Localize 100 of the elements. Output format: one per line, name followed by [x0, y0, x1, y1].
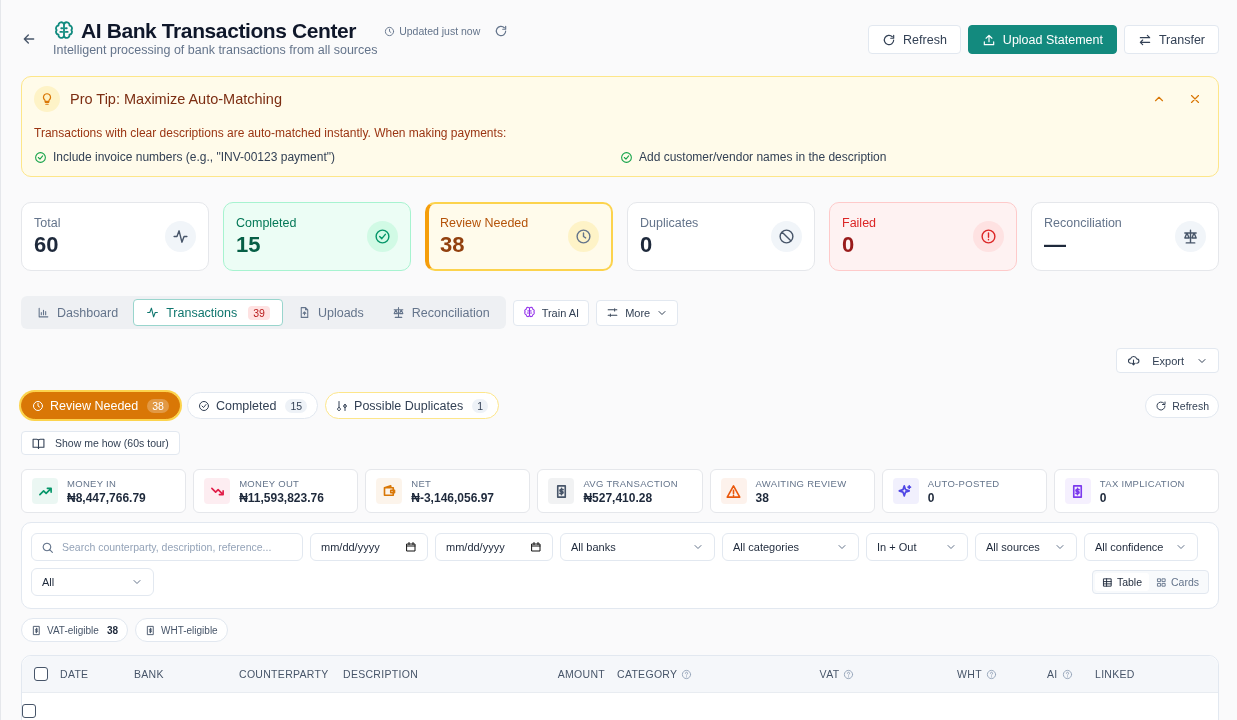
refresh-icon	[1155, 399, 1168, 412]
refresh-button[interactable]: Refresh	[868, 25, 961, 54]
chip-label: Completed	[215, 398, 277, 413]
tab-label: Dashboard	[57, 305, 119, 320]
reload-button[interactable]	[494, 24, 509, 38]
stat-label: Review Needed	[440, 215, 529, 230]
date-field[interactable]: mm/dd/yyyy	[310, 533, 428, 561]
metric-label: AUTO-POSTED	[927, 477, 1000, 489]
back-arrow-icon	[21, 31, 37, 47]
stat-card[interactable]: Failed 0	[829, 202, 1017, 271]
tab[interactable]: Transactions 39	[133, 299, 283, 326]
transfer-icon	[1137, 32, 1152, 47]
view-option[interactable]: Table	[1094, 573, 1149, 591]
back-button[interactable]	[21, 31, 37, 47]
stat-value: 15	[236, 231, 262, 258]
tour-button[interactable]: Show me how (60s tour)	[21, 431, 180, 455]
chip-label: Possible Duplicates	[354, 398, 464, 413]
dollar-document-icon	[145, 624, 156, 636]
brain-icon	[53, 20, 75, 42]
dollar-document-icon	[31, 624, 42, 636]
metric-value: 0	[927, 490, 936, 505]
date-field[interactable]: mm/dd/yyyy	[435, 533, 553, 561]
scales-icon	[391, 306, 405, 319]
filter-chip[interactable]: Possible Duplicates 1	[325, 392, 499, 419]
prohibited-icon	[778, 228, 795, 245]
clock-icon	[575, 228, 592, 245]
stat-card[interactable]: Review Needed 38	[425, 202, 613, 271]
chip-count: 38	[106, 624, 118, 636]
refresh-button[interactable]: Refresh	[1145, 393, 1219, 418]
sliders-icon	[606, 306, 620, 319]
row-checkbox[interactable]	[22, 704, 36, 718]
merge-icon	[336, 399, 349, 412]
select-field[interactable]: All confidence	[1084, 533, 1198, 561]
metric-label: MONEY IN	[67, 477, 118, 489]
stat-value: 38	[440, 231, 466, 258]
grid-icon	[1156, 576, 1167, 588]
count-badge: 15	[285, 398, 308, 413]
stat-label: Duplicates	[640, 215, 699, 230]
tax-chip[interactable]: VAT-eligible 38	[21, 618, 128, 642]
tax-chip[interactable]: WHT-eligible	[135, 618, 228, 642]
table-icon	[1101, 576, 1113, 588]
export-button[interactable]: Export	[1116, 348, 1219, 373]
more-button[interactable]: More	[596, 299, 679, 326]
updated-status: Updated just now	[384, 25, 481, 37]
column-header[interactable]: VAT	[767, 668, 907, 680]
column-header[interactable]: CATEGORY	[617, 668, 767, 680]
metric-value: 38	[755, 490, 770, 505]
column-header[interactable]: COUNTERPARTY	[239, 668, 343, 680]
column-header[interactable]: WHT	[907, 668, 1047, 680]
metric-label: TAX IMPLICATION	[1099, 477, 1185, 489]
stat-card[interactable]: Duplicates 0	[627, 202, 815, 271]
column-header[interactable]: DATE	[60, 668, 134, 680]
pulse-icon	[146, 306, 160, 319]
filter-chip[interactable]: Completed 15	[186, 392, 319, 419]
view-option[interactable]: Cards	[1149, 573, 1206, 591]
column-header[interactable]: LINKED	[1095, 668, 1218, 680]
lightbulb-icon	[40, 92, 54, 106]
search-field[interactable]: Search counterparty, description, reference...	[31, 533, 303, 561]
metric-label: AWAITING REVIEW	[755, 477, 847, 489]
column-header[interactable]: BANK	[134, 668, 239, 680]
stat-label: Reconciliation	[1044, 215, 1122, 230]
refresh-icon	[882, 32, 897, 47]
count-badge: 39	[248, 305, 270, 320]
stat-label: Failed	[842, 215, 877, 230]
close-icon	[1188, 92, 1202, 106]
tab[interactable]: Reconciliation	[378, 299, 503, 326]
select-field[interactable]: In + Out	[866, 533, 968, 561]
column-header[interactable]: DESCRIPTION	[343, 668, 513, 680]
column-header[interactable]: AMOUNT	[513, 668, 617, 680]
select-field[interactable]: All categories	[722, 533, 859, 561]
metric-value: 0	[1099, 490, 1108, 505]
stat-value: 0	[640, 231, 654, 258]
tip-bullet: Add customer/vendor names in the description	[639, 150, 887, 164]
page-title: AI Bank Transactions Center	[81, 19, 357, 43]
upload-button[interactable]: Upload Statement	[967, 25, 1117, 54]
metric-label: NET	[411, 477, 433, 489]
tab[interactable]: Uploads	[284, 299, 377, 326]
column-header[interactable]: AI	[1047, 668, 1095, 680]
book-icon	[32, 436, 45, 450]
select-field[interactable]: All banks	[560, 533, 715, 561]
train-ai-button[interactable]: Train AI	[512, 299, 590, 326]
stat-label: Total	[34, 215, 61, 230]
stat-value: 0	[842, 231, 856, 258]
select-all-checkbox[interactable]	[34, 667, 48, 681]
count-badge: 38	[147, 398, 169, 413]
transfer-button[interactable]: Transfer	[1123, 25, 1219, 54]
select-field[interactable]: All sources	[975, 533, 1077, 561]
tab-label: Uploads	[317, 305, 364, 320]
tab[interactable]: Dashboard	[24, 299, 132, 326]
stat-card[interactable]: Reconciliation —	[1031, 202, 1219, 271]
upload-icon	[981, 32, 996, 47]
stat-label: Completed	[236, 215, 297, 230]
metric-value: ₦11,593,823.76	[239, 490, 324, 505]
select-field[interactable]: All	[31, 568, 154, 596]
refresh-icon	[494, 24, 509, 38]
stat-card[interactable]: Completed 15	[223, 202, 411, 271]
calendar-icon	[405, 541, 417, 553]
page-subtitle: Intelligent processing of bank transactions from all sources	[53, 43, 379, 57]
stat-card[interactable]: Total 60	[21, 202, 209, 271]
brain-icon	[522, 306, 536, 319]
